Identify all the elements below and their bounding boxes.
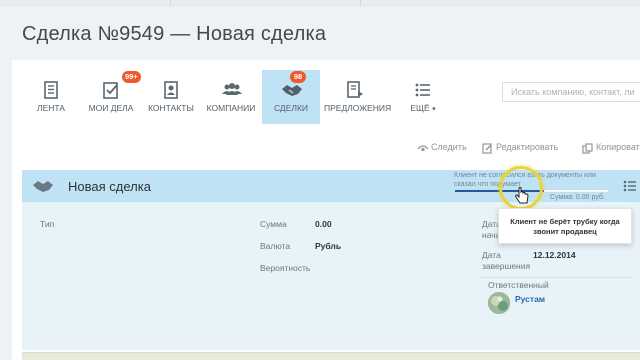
currency-value: Рубль — [315, 241, 342, 251]
list-menu-icon[interactable] — [622, 179, 640, 193]
nav-item-companies[interactable]: КОМПАНИИ — [202, 70, 260, 124]
follow-icon — [417, 145, 429, 152]
sum-label: Сумма — [260, 219, 287, 229]
deal-name: Новая сделка — [68, 179, 151, 194]
proposals-icon — [345, 80, 365, 100]
nav-item-label: ПРЕДЛОЖЕНИЯ — [324, 103, 392, 113]
deal-header: Новая сделка Клиент не согласился взять … — [22, 170, 640, 202]
top-toolbar — [0, 0, 640, 6]
chevron-down-icon: ▾ — [432, 106, 436, 113]
nav-item-label: ЕЩЁ ▾ — [410, 103, 436, 113]
copy-button[interactable]: Копировать — [582, 142, 640, 154]
nav-item-label: КОНТАКТЫ — [148, 103, 194, 113]
deal-stage-progress[interactable]: Клиент не согласился взять документы или… — [452, 170, 640, 202]
avatar[interactable] — [488, 292, 510, 314]
copy-icon — [582, 143, 593, 154]
end-date-label: Дата — [482, 250, 501, 260]
details-divider — [478, 277, 632, 278]
stage-tooltip: Клиент не берёт трубку когда звонит прод… — [498, 208, 632, 244]
deals-badge: 98 — [290, 71, 306, 83]
responsible-label: Ответственный — [488, 280, 549, 290]
hand-cursor-icon — [514, 186, 530, 206]
nav-item-tasks[interactable]: 99+ МОИ ДЕЛА — [82, 70, 141, 124]
contacts-icon — [161, 80, 181, 100]
nav-item-deals[interactable]: 98 СДЕЛКИ — [262, 70, 320, 124]
nav-item-feed[interactable]: ЛЕНТА — [22, 70, 80, 124]
nav-item-contacts[interactable]: КОНТАКТЫ — [142, 70, 200, 124]
probability-label: Вероятность — [260, 263, 311, 273]
bottom-section — [22, 352, 640, 360]
edit-icon — [482, 143, 492, 154]
nav-item-proposals[interactable]: ПРЕДЛОЖЕНИЯ — [324, 70, 392, 124]
companies-icon — [221, 80, 242, 100]
search-input[interactable]: Искать компанию, контакт, ли — [502, 82, 640, 102]
search-placeholder: Искать компанию, контакт, ли — [511, 87, 635, 97]
tasks-icon — [101, 80, 121, 100]
handshake-icon — [32, 177, 54, 195]
tasks-badge: 99+ — [122, 71, 141, 83]
nav-item-label: КОМПАНИИ — [206, 103, 256, 113]
deal-sum-text: Сумма: 0.00 руб. — [550, 194, 605, 201]
type-label: Тип — [40, 219, 55, 229]
more-list-icon — [413, 80, 433, 100]
deals-icon — [281, 80, 302, 100]
end-date-label-2: завершения — [482, 261, 531, 271]
nav-item-more[interactable]: ЕЩЁ ▾ — [394, 70, 452, 124]
nav-item-label: СДЕЛКИ — [273, 103, 309, 113]
nav-item-label: ЛЕНТА — [37, 103, 65, 113]
end-date-value: 12.12.2014 — [533, 250, 576, 260]
sum-value: 0.00 — [315, 219, 332, 229]
nav-item-label: МОИ ДЕЛА — [88, 103, 134, 113]
follow-button[interactable]: Следить — [417, 142, 467, 152]
page-title: Сделка №9549 — Новая сделка — [22, 23, 327, 45]
feed-icon — [41, 80, 61, 100]
currency-label: Валюта — [260, 241, 291, 251]
edit-button[interactable]: Редактировать — [482, 142, 558, 154]
responsible-name-link[interactable]: Рустам — [515, 294, 545, 304]
